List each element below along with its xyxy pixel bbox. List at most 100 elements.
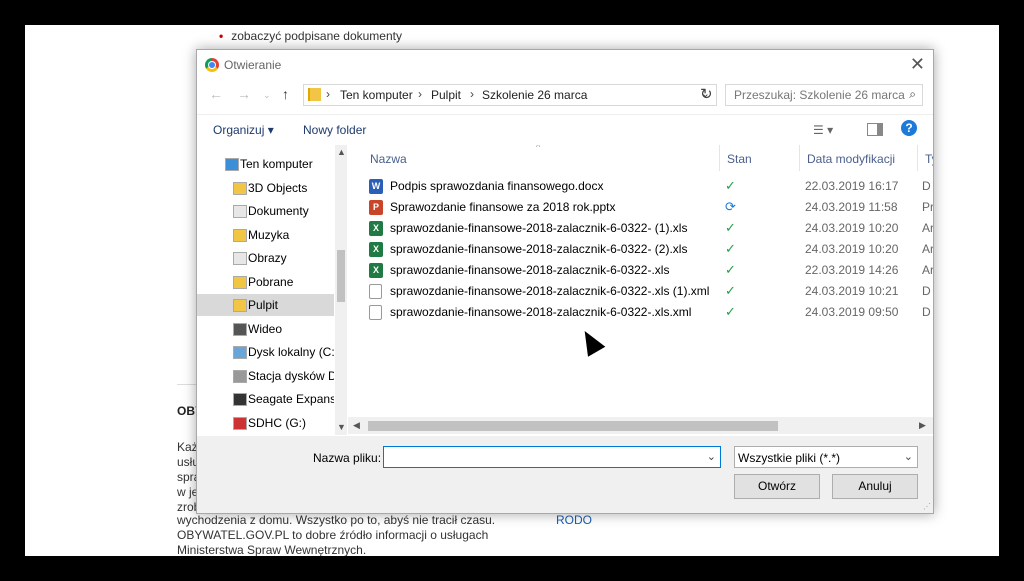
file-type: Ar bbox=[922, 242, 933, 256]
file-row[interactable]: sprawozdanie-finansowe-2018-zalacznik-6-… bbox=[348, 281, 933, 302]
column-label: Data modyfikacji bbox=[807, 152, 896, 166]
nav-item[interactable]: Obrazy bbox=[197, 247, 334, 269]
synced-check-icon: ✓ bbox=[725, 304, 736, 319]
nav-item[interactable]: 3D Objects bbox=[197, 177, 334, 199]
navigation-scrollbar[interactable]: ▲ ▼ bbox=[335, 145, 347, 435]
recent-chevron-icon[interactable]: ⌄ bbox=[263, 90, 271, 101]
file-row[interactable]: Xsprawozdanie-finansowe-2018-zalacznik-6… bbox=[348, 239, 933, 260]
paragraph-line: wychodzenia z domu. Wszystko po to, abyś… bbox=[177, 513, 496, 527]
preview-pane-icon[interactable] bbox=[867, 123, 883, 136]
column-label: Ty bbox=[925, 152, 933, 166]
scroll-thumb[interactable] bbox=[368, 421, 778, 431]
docx-file-icon: W bbox=[369, 179, 383, 194]
close-icon[interactable]: ✕ bbox=[910, 54, 925, 75]
xls-file-icon: X bbox=[369, 263, 383, 278]
chevron-right-icon[interactable]: › bbox=[418, 87, 422, 101]
file-modified-date: 22.03.2019 16:17 bbox=[805, 179, 899, 193]
filename-input[interactable]: ⌄ bbox=[383, 446, 721, 468]
filename-label: Nazwa pliku: bbox=[313, 451, 382, 465]
file-type: D bbox=[922, 284, 931, 298]
view-options-icon[interactable]: ☰ ▾ bbox=[813, 123, 833, 137]
dialog-titlebar[interactable]: Otwieranie ✕ bbox=[197, 50, 933, 80]
breadcrumb-item[interactable]: Pulpit bbox=[431, 88, 461, 102]
nav-item[interactable]: Pobrane bbox=[197, 271, 334, 293]
file-modified-date: 24.03.2019 09:50 bbox=[805, 305, 899, 319]
cancel-button[interactable]: Anuluj bbox=[832, 474, 918, 499]
help-icon[interactable]: ? bbox=[901, 120, 917, 136]
scroll-up-icon[interactable]: ▲ bbox=[337, 147, 346, 157]
file-row[interactable]: Xsprawozdanie-finansowe-2018-zalacznik-6… bbox=[348, 218, 933, 239]
nav-item[interactable]: Dysk lokalny (C:) bbox=[197, 341, 334, 363]
chevron-right-icon[interactable]: › bbox=[470, 87, 474, 101]
nav-item-label: Dysk lokalny (C:) bbox=[248, 345, 334, 359]
pictures-icon bbox=[233, 252, 247, 265]
file-row[interactable]: Xsprawozdanie-finansowe-2018-zalacznik-6… bbox=[348, 260, 933, 281]
search-input[interactable]: Przeszukaj: Szkolenie 26 marca ⌕ bbox=[725, 84, 923, 106]
file-row[interactable]: P Sprawozdanie finansowe za 2018 rok.pptx… bbox=[348, 197, 933, 218]
nav-item[interactable]: Seagate Expansi bbox=[197, 388, 334, 410]
bullet-text: zobaczyć podpisane dokumenty bbox=[231, 29, 402, 43]
file-name: sprawozdanie-finansowe-2018-zalacznik-6-… bbox=[390, 284, 710, 298]
scroll-right-icon[interactable]: ▶ bbox=[919, 420, 926, 431]
nav-item-label: SDHC (G:) bbox=[248, 415, 306, 430]
back-arrow-icon[interactable]: ← bbox=[209, 86, 223, 102]
nav-item[interactable]: Pulpit bbox=[197, 294, 334, 316]
resize-grip-icon[interactable]: ⋰ bbox=[923, 502, 931, 511]
search-placeholder: Przeszukaj: Szkolenie 26 marca bbox=[734, 88, 905, 102]
up-arrow-icon[interactable]: ↑ bbox=[282, 86, 289, 102]
horizontal-scrollbar[interactable]: ◀ ▶ bbox=[348, 417, 933, 434]
scroll-down-icon[interactable]: ▼ bbox=[337, 422, 346, 432]
forward-arrow-icon[interactable]: → bbox=[237, 86, 251, 102]
nav-item[interactable]: Dokumenty bbox=[197, 200, 334, 222]
video-icon bbox=[233, 322, 247, 336]
synced-check-icon: ✓ bbox=[725, 241, 736, 256]
xml-file-icon bbox=[369, 305, 382, 320]
nav-item-label: Pulpit bbox=[248, 298, 279, 312]
nav-item-label: Obrazy bbox=[248, 251, 287, 265]
syncing-icon: ⟳ bbox=[725, 199, 736, 214]
nav-item-label: Ten komputer bbox=[240, 157, 313, 171]
refresh-icon[interactable]: ↻ bbox=[700, 85, 713, 103]
address-bar[interactable]: › Ten komputer › Pulpit › Szkolenie 26 m… bbox=[303, 84, 717, 106]
scroll-thumb[interactable] bbox=[337, 250, 345, 302]
xls-file-icon: X bbox=[369, 221, 383, 236]
nav-item[interactable]: Muzyka bbox=[197, 224, 334, 246]
new-folder-button[interactable]: Nowy folder bbox=[303, 123, 366, 137]
column-header-state[interactable]: Stan bbox=[719, 145, 800, 171]
rodo-link[interactable]: RODO bbox=[556, 513, 592, 527]
file-row[interactable]: W Podpis sprawozdania finansowego.docx ✓ 22… bbox=[348, 176, 933, 197]
file-name: sprawozdanie-finansowe-2018-zalacznik-6-… bbox=[390, 305, 692, 319]
column-header-name[interactable]: Nazwa bbox=[362, 145, 720, 171]
breadcrumb-item[interactable]: Szkolenie 26 marca bbox=[482, 88, 587, 102]
organize-button[interactable]: Organizuj ▾ bbox=[213, 123, 274, 137]
column-header-modified[interactable]: Data modyfikacji bbox=[799, 145, 918, 171]
nav-item-label: Pobrane bbox=[248, 274, 294, 289]
navigation-pane: Ten komputer 3D Objects Dokumenty Muzyka Obr… bbox=[197, 145, 334, 435]
synced-check-icon: ✓ bbox=[725, 220, 736, 235]
file-name: sprawozdanie-finansowe-2018-zalacznik-6-… bbox=[390, 242, 688, 256]
open-button[interactable]: Otwórz bbox=[734, 474, 820, 499]
nav-item-label: 3D Objects bbox=[248, 180, 308, 195]
breadcrumb-item[interactable]: Ten komputer bbox=[340, 88, 413, 102]
downloads-icon bbox=[233, 275, 247, 289]
folder-icon bbox=[308, 88, 321, 101]
dialog-footer: Nazwa pliku: ⌄ Wszystkie pliki (*.*) ⌄ O… bbox=[197, 436, 933, 513]
computer-icon bbox=[225, 158, 239, 171]
nav-item[interactable]: Ten komputer bbox=[197, 153, 334, 175]
paragraph-line: Ministerstwa Spraw Wewnętrznych. bbox=[177, 543, 367, 556]
nav-item[interactable]: Wideo bbox=[197, 318, 334, 340]
nav-item-label: Dokumenty bbox=[248, 204, 309, 218]
file-type-select[interactable]: Wszystkie pliki (*.*) ⌄ bbox=[734, 446, 918, 468]
nav-item[interactable]: Stacja dysków D bbox=[197, 365, 334, 387]
chrome-icon bbox=[205, 58, 219, 72]
command-bar: Organizuj ▾ Nowy folder ☰ ▾ bbox=[197, 114, 933, 145]
chevron-right-icon[interactable]: › bbox=[326, 87, 330, 101]
file-row[interactable]: sprawozdanie-finansowe-2018-zalacznik-6-… bbox=[348, 302, 933, 323]
scroll-left-icon[interactable]: ◀ bbox=[353, 420, 360, 431]
chevron-down-icon[interactable]: ⌄ bbox=[707, 450, 716, 463]
chevron-down-icon[interactable]: ⌄ bbox=[904, 450, 913, 463]
paragraph-fragment: Każ bbox=[177, 440, 198, 454]
search-icon[interactable]: ⌕ bbox=[909, 87, 916, 102]
column-header-type[interactable]: Ty bbox=[917, 145, 933, 171]
nav-item[interactable]: SDHC (G:) bbox=[197, 412, 334, 434]
